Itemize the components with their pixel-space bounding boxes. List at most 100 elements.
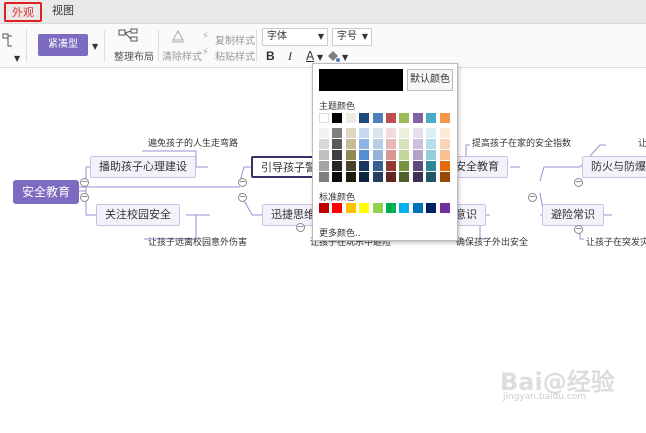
node-avoid-risk[interactable]: 避险常识 (542, 204, 604, 226)
fill-color-dropdown-icon[interactable]: ▼ (342, 53, 348, 62)
leaf-text[interactable]: 让 (638, 136, 646, 149)
color-swatch[interactable] (345, 150, 356, 160)
italic-button[interactable]: I (288, 49, 292, 64)
color-swatch[interactable] (359, 203, 370, 213)
collapse-toggle-icon[interactable]: − (574, 225, 583, 234)
fill-color-icon[interactable] (326, 49, 340, 63)
color-swatch[interactable] (345, 139, 356, 149)
color-swatch[interactable] (412, 139, 423, 149)
color-swatch[interactable] (386, 203, 396, 213)
color-swatch[interactable] (426, 128, 437, 138)
node-campus[interactable]: 关注校园安全 (96, 204, 180, 226)
color-swatch[interactable] (412, 113, 423, 123)
default-color-button[interactable]: 默认颜色 (407, 69, 453, 91)
color-swatch[interactable] (319, 139, 329, 149)
color-swatch[interactable] (345, 161, 356, 171)
leaf-text[interactable]: 遍免孩子的人生走弯路 (148, 136, 238, 149)
color-swatch[interactable] (345, 113, 356, 123)
color-swatch[interactable] (345, 203, 356, 213)
collapse-toggle-icon[interactable]: − (238, 193, 247, 202)
font-color-dropdown-icon[interactable]: ▼ (317, 53, 323, 62)
color-swatch[interactable] (439, 172, 450, 182)
color-swatch[interactable] (399, 172, 410, 182)
color-swatch[interactable] (359, 113, 370, 123)
color-swatch[interactable] (332, 150, 343, 160)
leaf-text[interactable]: 确保孩子外出安全 (456, 235, 528, 248)
color-swatch[interactable] (345, 172, 356, 182)
color-swatch[interactable] (439, 139, 450, 149)
color-swatch[interactable] (372, 128, 383, 138)
color-swatch[interactable] (439, 161, 450, 171)
color-swatch[interactable] (386, 161, 396, 171)
color-swatch[interactable] (412, 203, 423, 213)
color-swatch[interactable] (319, 203, 329, 213)
collapse-toggle-icon[interactable]: − (528, 193, 537, 202)
color-swatch[interactable] (319, 128, 329, 138)
color-swatch[interactable] (426, 203, 437, 213)
color-swatch[interactable] (439, 150, 450, 160)
collapse-toggle-icon[interactable]: − (80, 193, 89, 202)
color-swatch[interactable] (372, 161, 383, 171)
color-swatch[interactable] (426, 113, 437, 123)
color-swatch[interactable] (426, 139, 437, 149)
collapse-toggle-icon[interactable]: − (238, 178, 247, 187)
collapse-toggle-icon[interactable]: − (574, 178, 583, 187)
color-swatch[interactable] (332, 113, 343, 123)
color-swatch[interactable] (439, 128, 450, 138)
color-swatch[interactable] (399, 150, 410, 160)
color-swatch[interactable] (386, 139, 396, 149)
color-swatch[interactable] (372, 172, 383, 182)
color-swatch[interactable] (332, 203, 343, 213)
clear-style-button[interactable]: 清除样式 (162, 48, 202, 63)
node-awareness[interactable]: 意识 (455, 204, 486, 226)
color-swatch[interactable] (319, 172, 329, 182)
clear-style-icon[interactable] (170, 28, 186, 44)
collapse-toggle-icon[interactable]: − (80, 178, 89, 187)
color-swatch[interactable] (426, 150, 437, 160)
color-swatch[interactable] (332, 161, 343, 171)
color-swatch[interactable] (399, 128, 410, 138)
leaf-text[interactable]: 让孩子在突发灾 (586, 235, 646, 248)
font-family-select[interactable]: 字体 ▼ (262, 28, 328, 46)
color-swatch[interactable] (319, 161, 329, 171)
paste-style-button[interactable]: 粘贴样式 (215, 48, 255, 63)
color-swatch[interactable] (399, 139, 410, 149)
more-colors-link[interactable]: 更多颜色.. (319, 226, 361, 239)
color-swatch[interactable] (372, 113, 383, 123)
color-swatch[interactable] (412, 150, 423, 160)
node-fire[interactable]: 防火与防爆 (582, 156, 646, 178)
color-swatch[interactable] (399, 113, 410, 123)
color-swatch[interactable] (412, 161, 423, 171)
tab-view[interactable]: 视图 (46, 2, 80, 22)
color-swatch[interactable] (359, 172, 370, 182)
color-swatch[interactable] (332, 128, 343, 138)
color-swatch[interactable] (386, 113, 396, 123)
font-size-select[interactable]: 字号 ▼ (332, 28, 372, 46)
node-safety-edu[interactable]: 安全教育 (455, 156, 508, 178)
collapse-toggle-icon[interactable]: − (296, 223, 305, 232)
color-swatch[interactable] (359, 161, 370, 171)
color-swatch[interactable] (359, 128, 370, 138)
node-guide-selected[interactable]: 引导孩子警 (251, 156, 317, 178)
color-swatch[interactable] (386, 150, 396, 160)
node-psych[interactable]: 播助孩子心理建设 (90, 156, 196, 178)
color-swatch[interactable] (372, 139, 383, 149)
color-swatch[interactable] (359, 150, 370, 160)
leaf-text[interactable]: 让孩子远离校园意外伤害 (148, 235, 247, 248)
color-swatch[interactable] (399, 161, 410, 171)
copy-style-button[interactable]: 复制样式 (215, 32, 255, 47)
style-dropdown-icon[interactable]: ▼ (92, 42, 98, 51)
color-swatch[interactable] (332, 139, 343, 149)
color-swatch[interactable] (372, 203, 383, 213)
structure-dropdown-icon[interactable]: ▼ (14, 54, 20, 63)
color-swatch[interactable] (439, 113, 450, 123)
color-swatch[interactable] (412, 128, 423, 138)
color-swatch[interactable] (426, 161, 437, 171)
leaf-text[interactable]: 提高孩子在家的安全指数 (472, 136, 571, 149)
color-swatch[interactable] (319, 113, 329, 123)
font-color-button[interactable]: A (306, 49, 314, 63)
color-swatch[interactable] (359, 139, 370, 149)
color-swatch[interactable] (399, 203, 410, 213)
tab-appearance[interactable]: 外观 (4, 2, 42, 22)
color-swatch[interactable] (332, 172, 343, 182)
